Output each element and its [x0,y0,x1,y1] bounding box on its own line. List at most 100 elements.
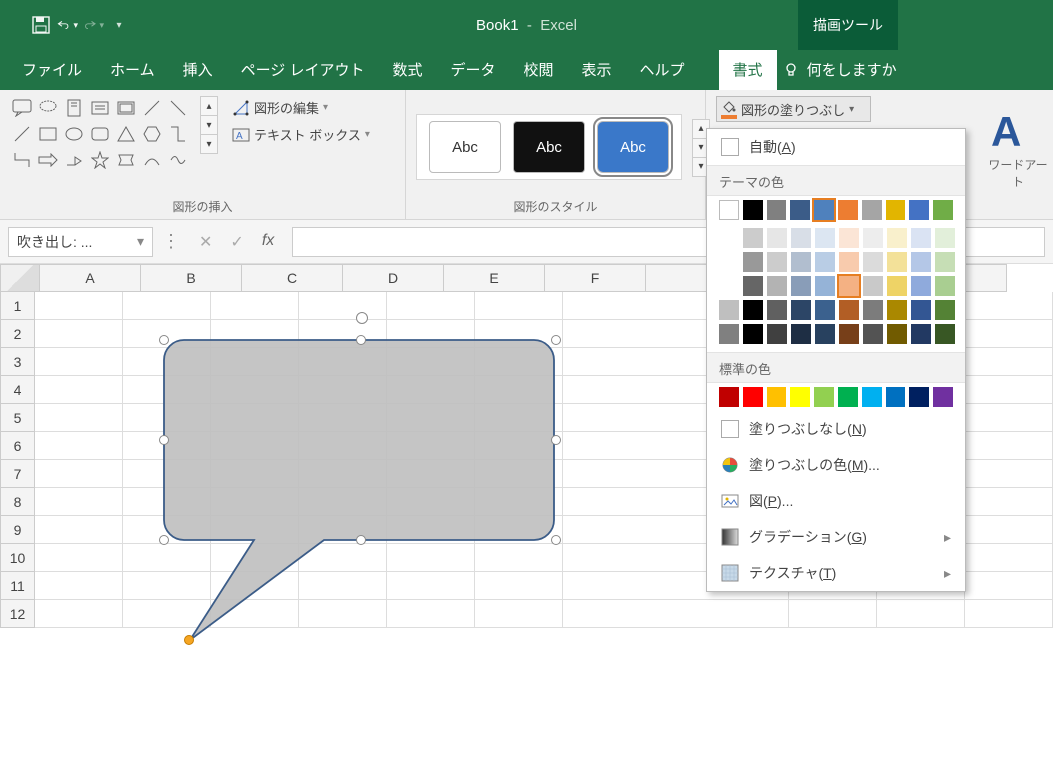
color-swatch[interactable] [839,252,859,272]
color-swatch[interactable] [909,200,929,220]
tab-formulas[interactable]: 数式 [378,49,436,90]
shape-triangle-icon[interactable] [114,122,138,146]
color-swatch[interactable] [743,387,763,407]
cell[interactable] [387,460,475,488]
shape-star-icon[interactable] [88,148,112,172]
color-swatch[interactable] [863,228,883,248]
color-swatch[interactable] [839,324,859,344]
cell[interactable] [387,376,475,404]
cell[interactable] [299,320,387,348]
color-swatch[interactable] [887,252,907,272]
color-swatch[interactable] [839,228,859,248]
cell[interactable] [123,292,211,320]
color-swatch[interactable] [911,276,931,296]
cell[interactable] [475,376,563,404]
save-icon[interactable] [30,14,52,36]
cell[interactable] [35,376,123,404]
color-swatch[interactable] [791,324,811,344]
cell[interactable] [475,516,563,544]
color-swatch[interactable] [743,324,763,344]
cell[interactable] [35,544,123,572]
shapes-scroll[interactable]: ▴ ▾ ▾ [200,96,218,198]
tab-file[interactable]: ファイル [8,49,96,90]
color-swatch[interactable] [815,300,835,320]
cell[interactable] [35,600,123,628]
cell[interactable] [299,516,387,544]
tab-view[interactable]: 表示 [568,49,626,90]
cell[interactable] [123,544,211,572]
cell[interactable] [299,348,387,376]
shape-oval-icon[interactable] [62,122,86,146]
style-swatch-3[interactable]: Abc [597,121,669,173]
cell[interactable] [387,572,475,600]
cell[interactable] [965,572,1053,600]
cell[interactable] [563,600,789,628]
cell[interactable] [475,544,563,572]
qat-customize-icon[interactable]: ▾ [108,14,130,36]
shape-elbow2-icon[interactable] [10,148,34,172]
color-swatch[interactable] [814,200,834,220]
tab-insert[interactable]: 挿入 [169,49,227,90]
cell[interactable] [35,348,123,376]
cell[interactable] [299,600,387,628]
column-header[interactable]: E [444,264,545,292]
select-all-triangle[interactable] [0,264,40,292]
fill-picture[interactable]: 図(P)... [707,483,965,519]
no-fill[interactable]: 塗りつぶしなし(N) [707,411,965,447]
cell[interactable] [387,600,475,628]
fx-icon[interactable]: fx [262,232,274,252]
shape-process-icon[interactable] [114,96,138,120]
shape-hexagon-icon[interactable] [140,122,164,146]
color-swatch[interactable] [814,387,834,407]
wordart-sample[interactable]: A [983,108,1053,156]
shape-banner-icon[interactable] [114,148,138,172]
cell[interactable] [965,292,1053,320]
cell[interactable] [475,432,563,460]
shape-line2-icon[interactable] [10,122,34,146]
row-header[interactable]: 10 [0,544,35,572]
cell[interactable] [123,432,211,460]
cell[interactable] [123,572,211,600]
cell[interactable] [789,600,877,628]
row-header[interactable]: 11 [0,572,35,600]
cell[interactable] [965,460,1053,488]
tab-review[interactable]: 校閲 [510,49,568,90]
style-swatch-2[interactable]: Abc [513,121,585,173]
column-header[interactable]: F [545,264,646,292]
color-swatch[interactable] [935,324,955,344]
undo-icon[interactable]: ▾ [56,14,78,36]
cell[interactable] [387,404,475,432]
cell[interactable] [299,292,387,320]
cell[interactable] [299,572,387,600]
cell[interactable] [965,488,1053,516]
shape-textbox-h-icon[interactable] [88,96,112,120]
shape-textbox-v-icon[interactable] [62,96,86,120]
color-swatch[interactable] [767,200,787,220]
cell[interactable] [35,292,123,320]
row-header[interactable]: 12 [0,600,35,628]
cell[interactable] [299,432,387,460]
cell[interactable] [35,320,123,348]
color-swatch[interactable] [767,276,787,296]
cell[interactable] [387,432,475,460]
cell[interactable] [211,320,299,348]
color-swatch[interactable] [935,300,955,320]
color-swatch[interactable] [790,200,810,220]
cell[interactable] [211,376,299,404]
cell[interactable] [387,292,475,320]
shape-rounded-rect-icon[interactable] [88,122,112,146]
shape-line-icon[interactable] [166,96,190,120]
fill-texture[interactable]: テクスチャ(T) ▸ [707,555,965,591]
color-swatch[interactable] [933,200,953,220]
shape-elbow-icon[interactable] [166,122,190,146]
color-swatch[interactable] [862,200,882,220]
row-header[interactable]: 4 [0,376,35,404]
cell[interactable] [211,432,299,460]
color-swatch[interactable] [719,276,739,296]
adjust-handle[interactable] [184,635,194,645]
color-swatch[interactable] [719,300,739,320]
cell[interactable] [211,600,299,628]
color-swatch[interactable] [767,228,787,248]
cell[interactable] [299,488,387,516]
cell[interactable] [475,572,563,600]
